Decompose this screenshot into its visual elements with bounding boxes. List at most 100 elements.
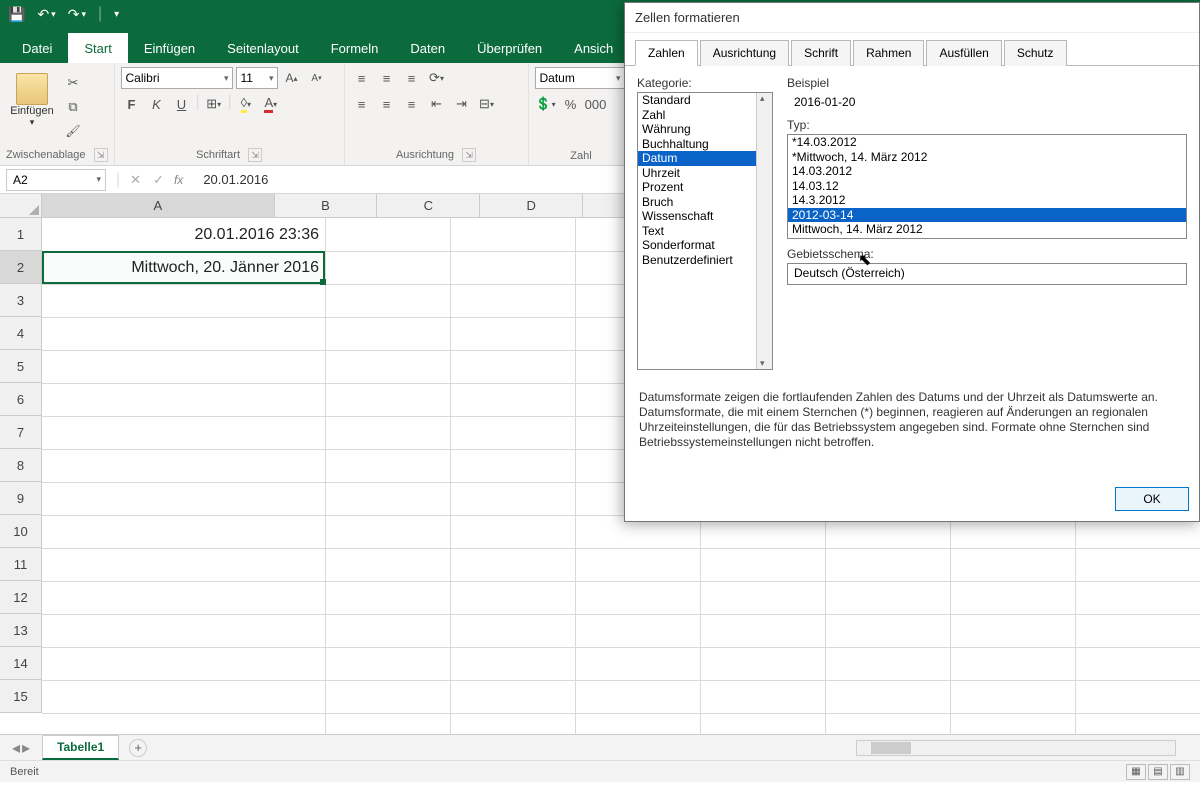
tab-formulas[interactable]: Formeln (315, 33, 395, 63)
formula-input[interactable]: 20.01.2016 (191, 172, 268, 187)
row-header-15[interactable]: 15 (0, 680, 42, 713)
accept-formula-icon[interactable]: ✓ (147, 172, 170, 188)
column-header-A[interactable]: A (42, 194, 275, 217)
type-item[interactable]: 2012-03-14 (788, 208, 1186, 223)
undo-icon[interactable]: ↶▾ (37, 6, 55, 23)
sheet-prev-icon[interactable]: ◂ (12, 738, 20, 758)
font-size-combo[interactable]: 11 (236, 67, 278, 89)
redo-icon[interactable]: ↷▾ (68, 6, 86, 23)
row-header-11[interactable]: 11 (0, 548, 42, 581)
horizontal-scrollbar[interactable] (856, 740, 1176, 756)
tab-start[interactable]: Start (68, 33, 127, 63)
normal-view-icon[interactable]: ▦ (1126, 764, 1146, 780)
row-header-8[interactable]: 8 (0, 449, 42, 482)
font-name-combo[interactable]: Calibri (121, 67, 233, 89)
cell-A1[interactable]: 20.01.2016 23:36 (42, 218, 325, 251)
row-header-12[interactable]: 12 (0, 581, 42, 614)
type-item[interactable]: 14.3.2012 (788, 193, 1186, 208)
font-color-icon[interactable]: A▾ (260, 93, 282, 115)
row-header-3[interactable]: 3 (0, 284, 42, 317)
dialog-tab-schutz[interactable]: Schutz (1004, 40, 1067, 66)
cut-icon[interactable] (62, 72, 84, 94)
category-item[interactable]: Sonderformat (638, 238, 772, 253)
merge-icon[interactable]: ⊟▾ (476, 93, 498, 115)
name-box[interactable]: A2 (6, 169, 106, 191)
category-item[interactable]: Uhrzeit (638, 166, 772, 181)
selection-handle[interactable] (320, 279, 326, 285)
row-header-10[interactable]: 10 (0, 515, 42, 548)
category-item[interactable]: Datum (638, 151, 772, 166)
type-item[interactable]: 14.03.2012 (788, 164, 1186, 179)
row-header-14[interactable]: 14 (0, 647, 42, 680)
row-header-5[interactable]: 5 (0, 350, 42, 383)
row-header-1[interactable]: 1 (0, 218, 42, 251)
italic-icon[interactable]: K (146, 93, 168, 115)
scrollbar-thumb[interactable] (871, 742, 911, 754)
save-icon[interactable]: 💾 (8, 6, 25, 23)
cancel-formula-icon[interactable]: ✕ (124, 172, 147, 188)
align-center-icon[interactable]: ≡ (376, 93, 398, 115)
locale-combo[interactable]: Deutsch (Österreich) (787, 263, 1187, 285)
increase-indent-icon[interactable]: ⇥ (451, 93, 473, 115)
type-item[interactable]: 14.03.12 (788, 179, 1186, 194)
page-break-view-icon[interactable]: ▥ (1170, 764, 1190, 780)
type-item[interactable]: *14.03.2012 (788, 135, 1186, 150)
category-item[interactable]: Wissenschaft (638, 209, 772, 224)
format-painter-icon[interactable] (62, 120, 84, 142)
align-right-icon[interactable]: ≡ (401, 93, 423, 115)
align-left-icon[interactable]: ≡ (351, 93, 373, 115)
row-header-13[interactable]: 13 (0, 614, 42, 647)
clipboard-launcher-icon[interactable]: ⇲ (94, 148, 108, 162)
tab-file[interactable]: Datei (6, 33, 68, 63)
add-sheet-button[interactable]: + (129, 739, 147, 757)
dialog-tab-schrift[interactable]: Schrift (791, 40, 851, 66)
category-item[interactable]: Prozent (638, 180, 772, 195)
sheet-next-icon[interactable]: ▸ (22, 738, 30, 758)
border-icon[interactable]: ⊞▾ (203, 93, 225, 115)
column-header-D[interactable]: D (480, 194, 583, 217)
category-item[interactable]: Buchhaltung (638, 137, 772, 152)
row-header-7[interactable]: 7 (0, 416, 42, 449)
category-item[interactable]: Text (638, 224, 772, 239)
decrease-indent-icon[interactable]: ⇤ (426, 93, 448, 115)
dialog-tab-ausrichtung[interactable]: Ausrichtung (700, 40, 789, 66)
bold-icon[interactable]: F (121, 93, 143, 115)
row-header-4[interactable]: 4 (0, 317, 42, 350)
copy-icon[interactable] (62, 96, 84, 118)
currency-icon[interactable]: 💲▾ (535, 93, 557, 115)
category-item[interactable]: Standard (638, 93, 772, 108)
listbox-scrollbar[interactable] (756, 93, 772, 369)
increase-font-icon[interactable]: A▴ (281, 67, 303, 89)
tab-review[interactable]: Überprüfen (461, 33, 558, 63)
row-header-2[interactable]: 2 (0, 251, 42, 284)
dialog-tab-rahmen[interactable]: Rahmen (853, 40, 924, 66)
qat-customize-icon[interactable]: ▾ (114, 9, 119, 20)
type-item[interactable]: Mittwoch, 14. März 2012 (788, 222, 1186, 237)
sheet-tab[interactable]: Tabelle1 (42, 735, 119, 760)
sheet-nav[interactable]: ◂▸ (0, 738, 42, 758)
align-middle-icon[interactable]: ≡ (376, 67, 398, 89)
column-header-B[interactable]: B (275, 194, 378, 217)
fx-icon[interactable]: fx (174, 173, 183, 187)
align-top-icon[interactable]: ≡ (351, 67, 373, 89)
fill-color-icon[interactable]: ◊▾ (235, 93, 257, 115)
dialog-tab-ausfüllen[interactable]: Ausfüllen (926, 40, 1001, 66)
tab-insert[interactable]: Einfügen (128, 33, 211, 63)
category-item[interactable]: Benutzerdefiniert (638, 253, 772, 268)
alignment-launcher-icon[interactable]: ⇲ (462, 148, 476, 162)
tab-data[interactable]: Daten (394, 33, 461, 63)
page-layout-view-icon[interactable]: ▤ (1148, 764, 1168, 780)
decrease-font-icon[interactable]: A▾ (306, 67, 328, 89)
align-bottom-icon[interactable]: ≡ (401, 67, 423, 89)
dialog-tab-zahlen[interactable]: Zahlen (635, 40, 698, 66)
tab-view[interactable]: Ansich (558, 33, 629, 63)
row-header-9[interactable]: 9 (0, 482, 42, 515)
type-listbox[interactable]: *14.03.2012*Mittwoch, 14. März 201214.03… (787, 134, 1187, 239)
font-launcher-icon[interactable]: ⇲ (248, 148, 262, 162)
category-item[interactable]: Währung (638, 122, 772, 137)
category-listbox[interactable]: StandardZahlWährungBuchhaltungDatumUhrze… (637, 92, 773, 370)
paste-button[interactable]: Einfügen ▾ (6, 67, 58, 133)
comma-icon[interactable]: 000 (585, 93, 607, 115)
select-all-corner[interactable] (0, 194, 42, 218)
ok-button[interactable]: OK (1115, 487, 1189, 511)
